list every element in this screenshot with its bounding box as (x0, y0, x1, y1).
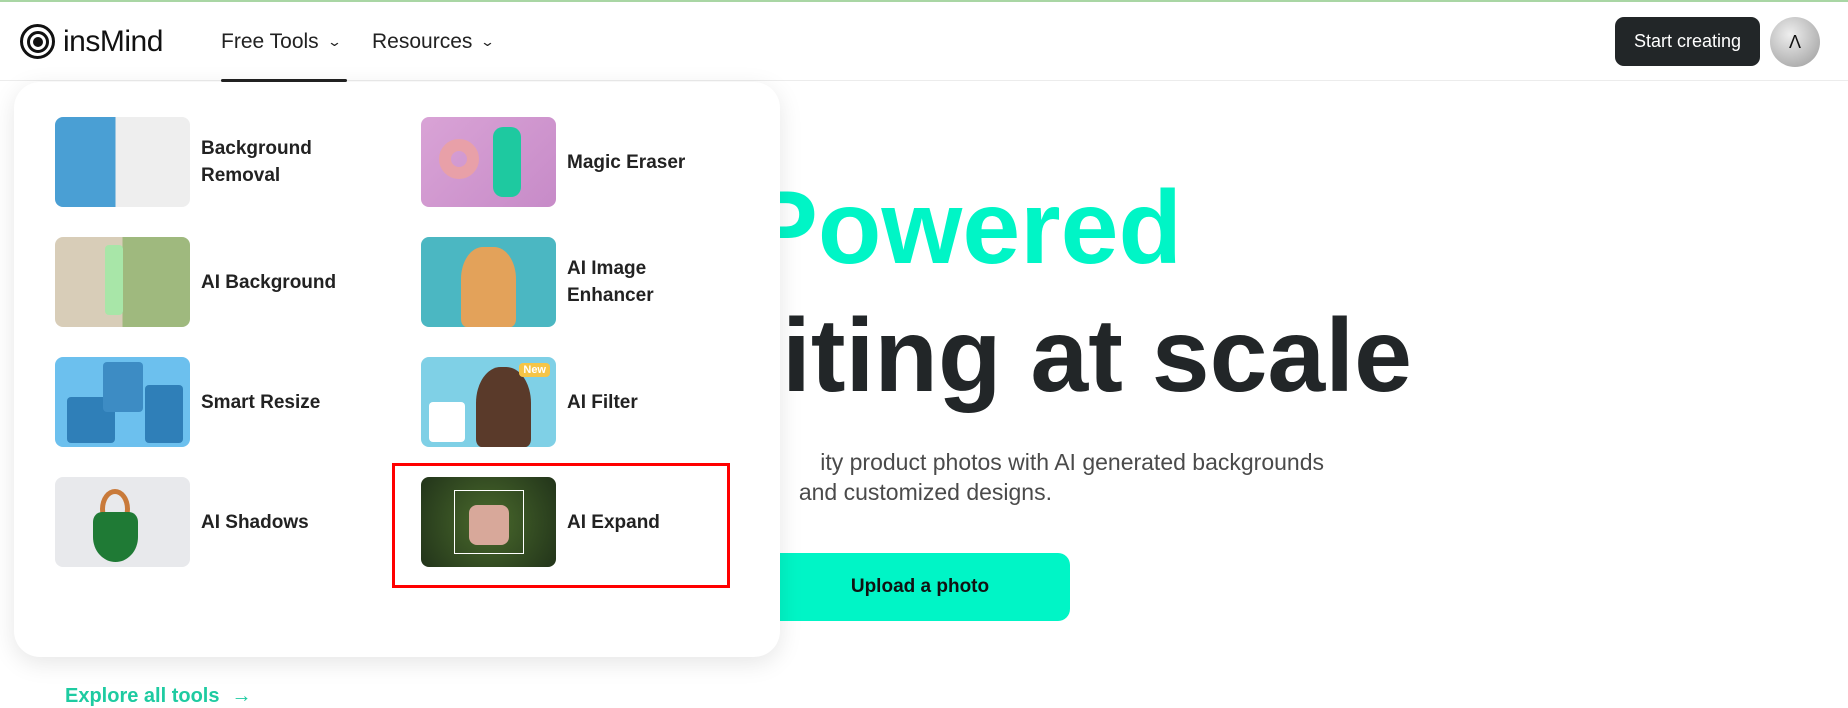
smart-resize-thumbnail (55, 357, 190, 447)
hero-title-line1: -Powered (713, 170, 1182, 286)
hero-title-line2: diting at scale (718, 298, 1412, 414)
tool-label: Magic Eraser (567, 151, 686, 173)
nav-resources[interactable]: Resources ⌄ (372, 30, 496, 54)
assassin-emblem-icon: Λ (1788, 31, 1802, 52)
arrow-right-icon: → (231, 685, 252, 707)
background-removal-thumbnail (55, 117, 190, 207)
hero-subtitle-line2: and customized designs. (798, 479, 1052, 505)
tool-label: AI Filter (567, 391, 638, 413)
tool-label: AI Image Enhancer (567, 258, 654, 306)
logo-text: insMind (63, 24, 163, 58)
tool-label: Smart Resize (201, 391, 321, 413)
magic-eraser-thumbnail (421, 117, 556, 207)
tool-ai-background[interactable]: AI Background (55, 237, 385, 327)
explore-all-tools-link[interactable]: Explore all tools → (65, 685, 251, 708)
tool-ai-filter[interactable]: New AI Filter (421, 357, 751, 447)
tool-label: Background Removal (201, 138, 312, 186)
logo-icon (20, 24, 55, 59)
avatar[interactable]: Λ (1770, 17, 1820, 67)
chevron-down-icon: ⌄ (480, 34, 496, 49)
tool-label: AI Expand (567, 511, 660, 533)
tool-magic-eraser[interactable]: Magic Eraser (421, 117, 751, 207)
tool-background-removal[interactable]: Background Removal (55, 117, 385, 207)
ai-image-enhancer-thumbnail (421, 237, 556, 327)
nav-label: Resources (372, 30, 473, 53)
start-creating-button[interactable]: Start creating (1615, 17, 1760, 66)
explore-label: Explore all tools (65, 685, 220, 707)
tool-label: AI Background (201, 271, 337, 293)
ai-shadows-thumbnail (55, 477, 190, 567)
free-tools-dropdown: Background Removal Magic Eraser AI Backg… (14, 82, 780, 707)
new-badge: New (519, 363, 550, 377)
site-header: insMind Free Tools ⌄ Resources ⌄ Start c… (0, 2, 1848, 82)
upload-photo-button[interactable]: Upload a photo (760, 553, 1070, 621)
nav-label: Free Tools (221, 30, 319, 53)
ai-filter-thumbnail: New (421, 357, 556, 447)
nav-free-tools[interactable]: Free Tools ⌄ (221, 30, 342, 54)
ai-background-thumbnail (55, 237, 190, 327)
tool-smart-resize[interactable]: Smart Resize (55, 357, 385, 447)
tool-ai-image-enhancer[interactable]: AI Image Enhancer (421, 237, 751, 327)
logo[interactable]: insMind (20, 24, 163, 59)
tool-ai-expand[interactable]: AI Expand (421, 477, 751, 567)
hero-subtitle-line1: ity product photos with AI generated bac… (820, 449, 1324, 475)
chevron-down-icon: ⌄ (326, 34, 342, 49)
tool-label: AI Shadows (201, 511, 309, 533)
ai-expand-thumbnail (421, 477, 556, 567)
tool-ai-shadows[interactable]: AI Shadows (55, 477, 385, 567)
